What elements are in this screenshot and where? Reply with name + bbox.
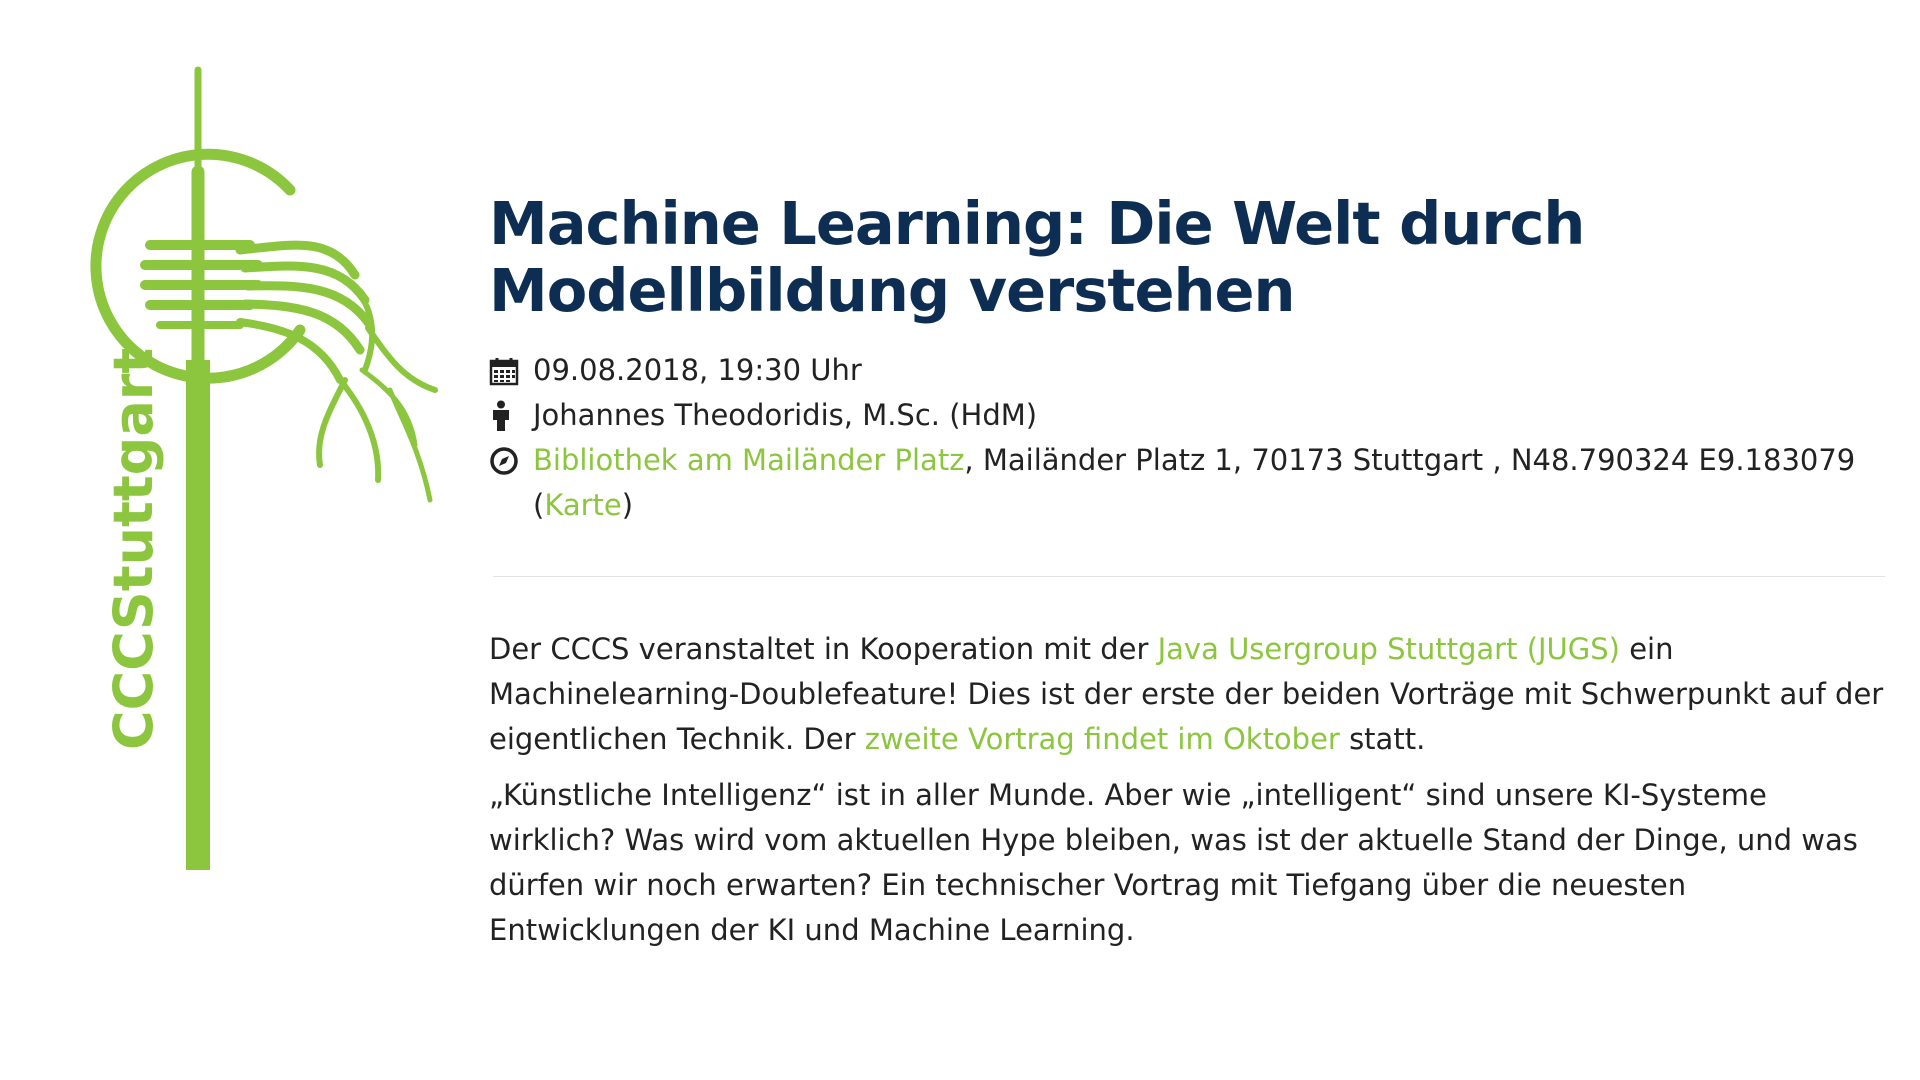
divider: [493, 576, 1885, 577]
logo-text: CCCStuttgart: [102, 348, 165, 750]
calendar-icon: [489, 348, 521, 393]
map-link[interactable]: Karte: [544, 488, 621, 522]
event-speaker: Johannes Theodoridis, M.Sc. (HdM): [533, 398, 1038, 432]
event-date-row: 09.08.2018, 19:30 Uhr: [489, 348, 1889, 393]
compass-icon: [489, 438, 521, 483]
map-paren-open: (: [533, 488, 545, 522]
event-content: Machine Learning: Die Welt durch Modellb…: [489, 190, 1889, 964]
event-location-row: Bibliothek am Mailänder Platz, Mailänder…: [489, 438, 1889, 528]
jugs-link[interactable]: Java Usergroup Stuttgart (JUGS): [1158, 632, 1620, 666]
cccs-logo: CCCStuttgart: [90, 66, 438, 870]
event-speaker-row: Johannes Theodoridis, M.Sc. (HdM): [489, 393, 1889, 438]
description-text: statt.: [1339, 722, 1426, 756]
event-description: Der CCCS veranstaltet in Kooperation mit…: [489, 627, 1889, 953]
venue-address: , Mailänder Platz 1, 70173 Stuttgart , N…: [964, 443, 1856, 477]
description-text: Der CCCS veranstaltet in Kooperation mit…: [489, 632, 1158, 666]
map-paren-close: ): [621, 488, 634, 522]
event-location: Bibliothek am Mailänder Platz, Mailänder…: [533, 438, 1855, 528]
description-paragraph-2: „Künstliche Intelligenz“ ist in aller Mu…: [489, 778, 1858, 947]
event-date: 09.08.2018, 19:30 Uhr: [533, 353, 862, 387]
person-icon: [489, 393, 521, 438]
event-meta: 09.08.2018, 19:30 Uhr Johannes Theodorid…: [489, 348, 1889, 528]
venue-link[interactable]: Bibliothek am Mailänder Platz: [533, 443, 964, 477]
description-paragraph-1: Der CCCS veranstaltet in Kooperation mit…: [489, 627, 1889, 762]
second-talk-link[interactable]: zweite Vortrag findet im Oktober: [865, 722, 1340, 756]
event-title: Machine Learning: Die Welt durch Modellb…: [489, 189, 1585, 325]
